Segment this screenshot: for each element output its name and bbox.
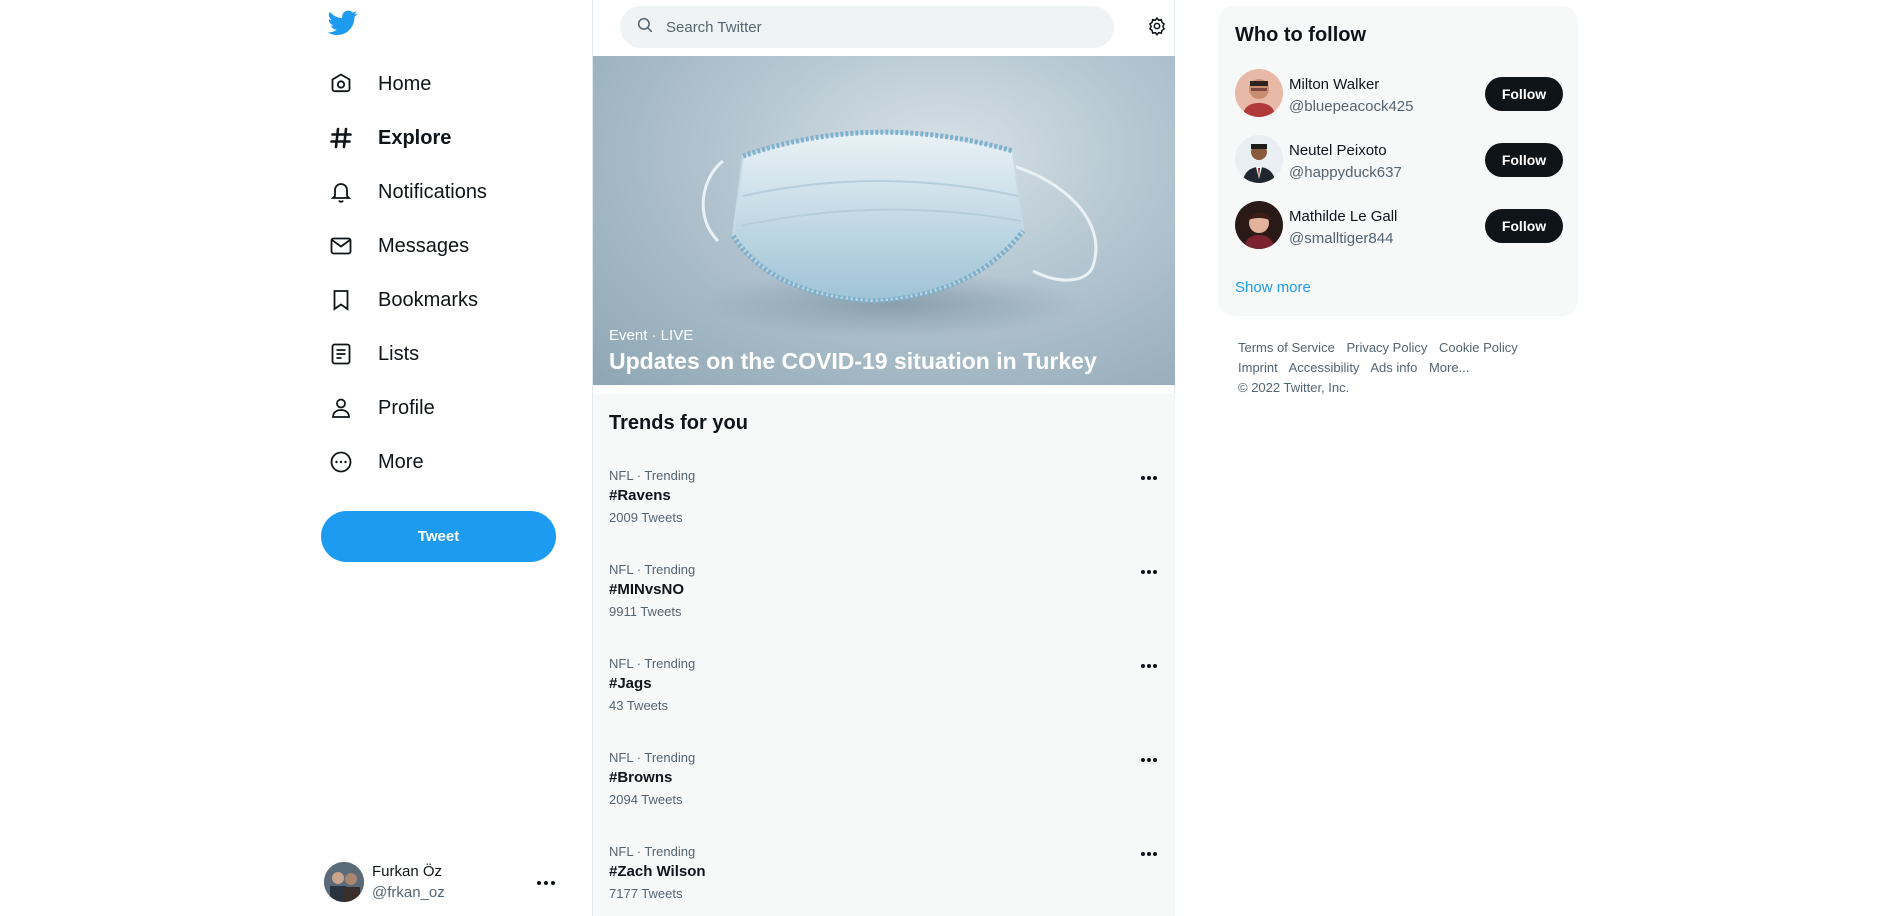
footer-copyright: © 2022 Twitter, Inc. bbox=[1238, 380, 1350, 395]
search-input[interactable] bbox=[666, 18, 1086, 36]
trend-item[interactable]: NFL · Trending #Zach Wilson 7177 Tweets bbox=[593, 840, 1175, 916]
nav-lists[interactable]: Lists bbox=[328, 332, 419, 376]
trend-count: 9911 Tweets bbox=[609, 604, 682, 619]
avatar bbox=[1235, 69, 1283, 117]
trend-meta: NFL · Trending bbox=[609, 750, 696, 765]
nav-more[interactable]: More bbox=[328, 440, 424, 484]
right-sidebar: Who to follow Milton Walker @bluepeacock… bbox=[1218, 6, 1578, 398]
home-icon bbox=[328, 71, 354, 97]
more-circle-icon bbox=[328, 449, 354, 475]
who-to-follow-title: Who to follow bbox=[1235, 24, 1367, 46]
nav-messages-label: Messages bbox=[378, 234, 470, 257]
nav-bookmarks[interactable]: Bookmarks bbox=[328, 278, 478, 322]
ellipsis-icon[interactable] bbox=[536, 873, 556, 891]
footer-link-imprint[interactable]: Imprint bbox=[1238, 360, 1278, 375]
nav-more-label: More bbox=[378, 450, 424, 473]
trend-name: #Jags bbox=[609, 675, 652, 692]
search-bar[interactable] bbox=[620, 6, 1114, 48]
avatar bbox=[1235, 135, 1283, 183]
event-hero-card[interactable]: Event · LIVE Updates on the COVID-19 sit… bbox=[593, 56, 1175, 385]
person-icon bbox=[328, 395, 354, 421]
trend-name: #Zach Wilson bbox=[609, 863, 706, 880]
nav-home[interactable]: Home bbox=[328, 62, 431, 106]
who-to-follow-panel: Who to follow Milton Walker @bluepeacock… bbox=[1218, 6, 1578, 316]
follow-button[interactable]: Follow bbox=[1485, 143, 1563, 177]
ellipsis-icon[interactable] bbox=[1139, 752, 1161, 768]
nav-notifications[interactable]: Notifications bbox=[328, 170, 487, 214]
trend-name: #Browns bbox=[609, 769, 673, 786]
trend-count: 43 Tweets bbox=[609, 698, 669, 713]
tweet-button[interactable]: Tweet bbox=[321, 511, 556, 562]
follow-suggestion[interactable]: Milton Walker @bluepeacock425 Follow bbox=[1235, 69, 1565, 119]
ellipsis-icon[interactable] bbox=[1139, 564, 1161, 580]
ellipsis-icon[interactable] bbox=[1139, 470, 1161, 486]
trend-meta: NFL · Trending bbox=[609, 468, 696, 483]
follow-name: Mathilde Le Gall bbox=[1289, 208, 1398, 225]
envelope-icon bbox=[328, 233, 354, 259]
nav-explore-label: Explore bbox=[378, 126, 452, 149]
footer-link-privacy[interactable]: Privacy Policy bbox=[1346, 340, 1427, 355]
follow-suggestion[interactable]: Mathilde Le Gall @smalltiger844 Follow bbox=[1235, 201, 1565, 251]
follow-button[interactable]: Follow bbox=[1485, 77, 1563, 111]
follow-name: Neutel Peixoto bbox=[1289, 142, 1387, 159]
footer-link-terms[interactable]: Terms of Service bbox=[1238, 340, 1335, 355]
trend-name: #Ravens bbox=[609, 487, 671, 504]
avatar bbox=[324, 862, 364, 902]
nav-messages[interactable]: Messages bbox=[328, 224, 469, 268]
account-name: Furkan Öz bbox=[372, 863, 443, 880]
follow-suggestion[interactable]: Neutel Peixoto @happyduck637 Follow bbox=[1235, 135, 1565, 185]
trend-meta: NFL · Trending bbox=[609, 656, 696, 671]
left-sidebar: Home Explore Notifications Messages Book… bbox=[320, 0, 570, 916]
trends-section: Trends for you NFL · Trending #Ravens 20… bbox=[593, 394, 1175, 916]
event-kicker: Event · LIVE bbox=[609, 327, 694, 344]
nav-notifications-label: Notifications bbox=[378, 180, 487, 203]
trend-count: 2094 Tweets bbox=[609, 792, 683, 807]
follow-handle: @smalltiger844 bbox=[1289, 230, 1394, 247]
bookmark-icon bbox=[328, 287, 354, 313]
nav-bookmarks-label: Bookmarks bbox=[378, 288, 479, 311]
show-more-link[interactable]: Show more bbox=[1235, 279, 1311, 296]
footer: Terms of Service Privacy Policy Cookie P… bbox=[1218, 338, 1578, 398]
nav-explore[interactable]: Explore bbox=[328, 116, 451, 160]
follow-handle: @bluepeacock425 bbox=[1289, 98, 1414, 115]
hashtag-icon bbox=[328, 125, 354, 151]
account-switcher[interactable]: Furkan Öz @frkan_oz bbox=[324, 859, 564, 905]
footer-link-ads-info[interactable]: Ads info bbox=[1370, 360, 1417, 375]
footer-link-more[interactable]: More... bbox=[1429, 360, 1469, 375]
trend-count: 2009 Tweets bbox=[609, 510, 683, 525]
list-icon bbox=[328, 341, 354, 367]
trend-count: 7177 Tweets bbox=[609, 886, 683, 901]
twitter-logo-icon[interactable] bbox=[327, 10, 360, 42]
trends-title: Trends for you bbox=[609, 412, 748, 434]
nav-lists-label: Lists bbox=[378, 342, 420, 365]
gear-icon[interactable] bbox=[1147, 16, 1167, 36]
ellipsis-icon[interactable] bbox=[1139, 846, 1161, 862]
footer-link-cookie[interactable]: Cookie Policy bbox=[1439, 340, 1518, 355]
trend-item[interactable]: NFL · Trending #Jags 43 Tweets bbox=[593, 652, 1175, 742]
nav-profile[interactable]: Profile bbox=[328, 386, 435, 430]
footer-row: Terms of Service Privacy Policy Cookie P… bbox=[1238, 338, 1578, 358]
trend-meta: NFL · Trending bbox=[609, 844, 696, 859]
follow-handle: @happyduck637 bbox=[1289, 164, 1402, 181]
trend-name: #MINvsNO bbox=[609, 581, 685, 598]
trend-item[interactable]: NFL · Trending #Browns 2094 Tweets bbox=[593, 746, 1175, 836]
event-title: Updates on the COVID-19 situation in Tur… bbox=[609, 348, 1097, 374]
follow-name: Milton Walker bbox=[1289, 76, 1380, 93]
search-icon bbox=[636, 16, 654, 39]
ellipsis-icon[interactable] bbox=[1139, 658, 1161, 674]
nav-home-label: Home bbox=[378, 72, 432, 95]
bell-icon bbox=[328, 179, 354, 205]
follow-button[interactable]: Follow bbox=[1485, 209, 1563, 243]
trend-meta: NFL · Trending bbox=[609, 562, 696, 577]
footer-row: Imprint Accessibility Ads info More... bbox=[1238, 358, 1578, 378]
trend-item[interactable]: NFL · Trending #Ravens 2009 Tweets bbox=[593, 464, 1175, 554]
main-column: Event · LIVE Updates on the COVID-19 sit… bbox=[592, 0, 1175, 916]
avatar bbox=[1235, 201, 1283, 249]
footer-link-accessibility[interactable]: Accessibility bbox=[1289, 360, 1360, 375]
account-handle: @frkan_oz bbox=[372, 884, 445, 901]
nav-profile-label: Profile bbox=[378, 396, 435, 419]
trend-item[interactable]: NFL · Trending #MINvsNO 9911 Tweets bbox=[593, 558, 1175, 648]
